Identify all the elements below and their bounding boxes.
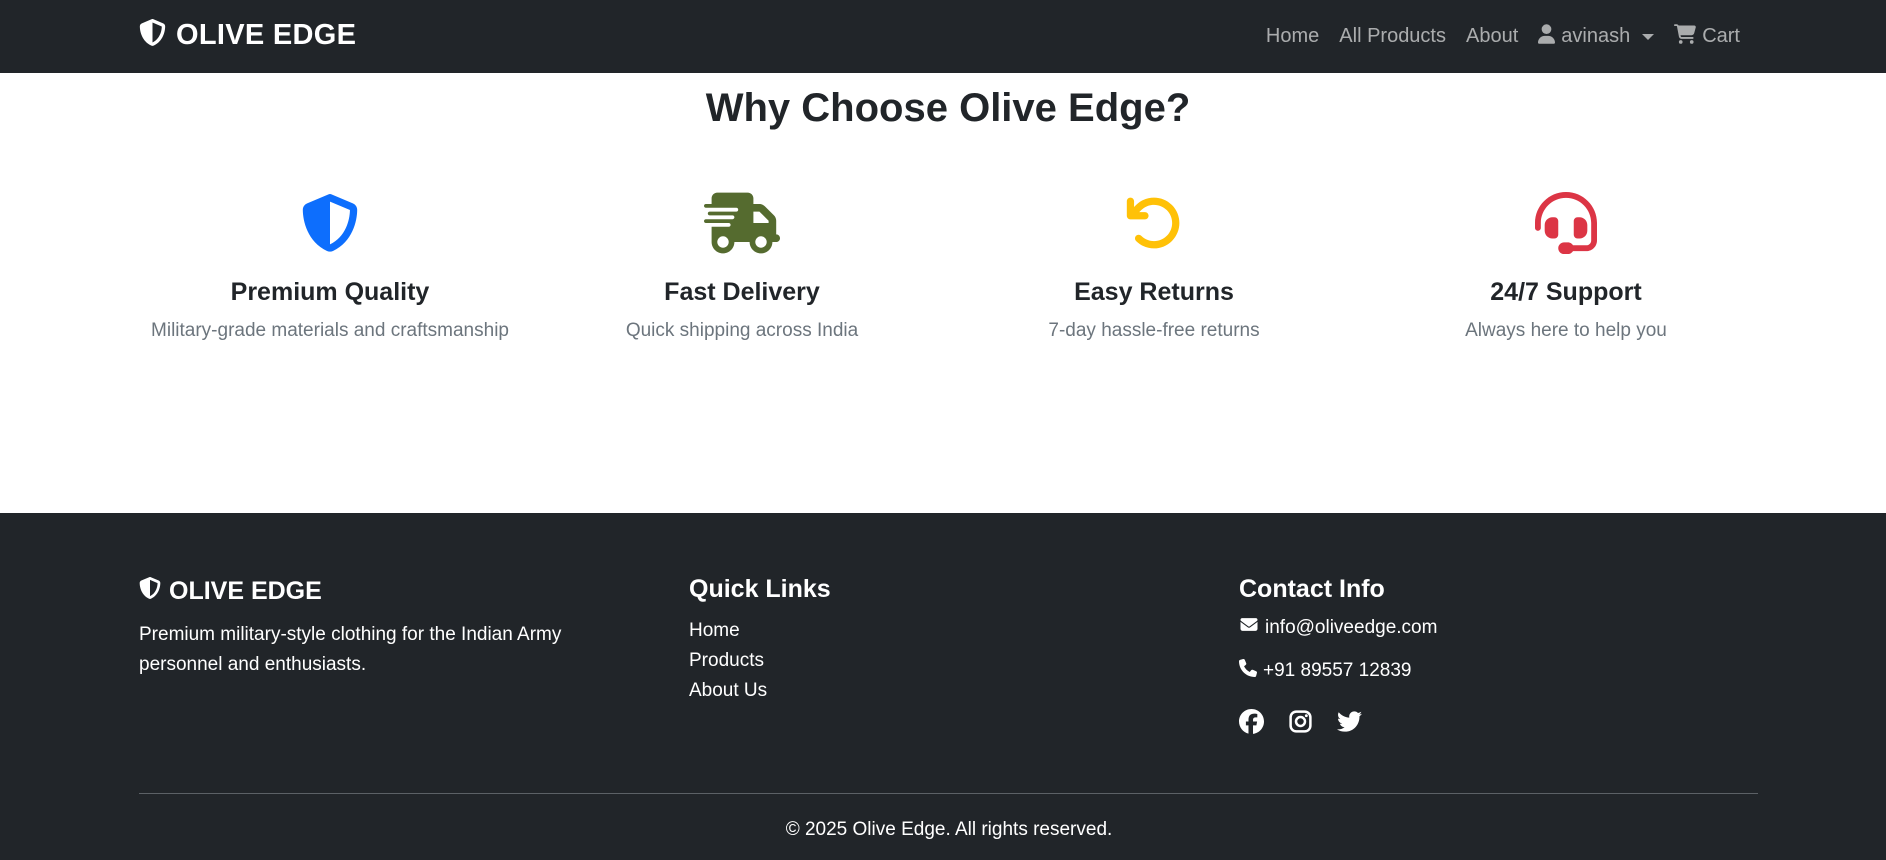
feature-support: 24/7 Support Always here to help you bbox=[1360, 190, 1772, 342]
feature-description: Quick shipping across India bbox=[625, 320, 859, 341]
user-icon bbox=[1538, 23, 1556, 50]
social-links bbox=[1239, 709, 1437, 734]
top-navbar: OLIVE EDGE Home All Products About avina… bbox=[0, 0, 1886, 73]
nav-menu: Home All Products About avinash Cart bbox=[1256, 0, 1750, 73]
instagram-icon[interactable] bbox=[1288, 709, 1313, 734]
feature-description: Military-grade materials and craftsmansh… bbox=[151, 320, 509, 341]
feature-title: Easy Returns bbox=[1074, 278, 1234, 306]
cart-icon bbox=[1674, 23, 1697, 50]
shield-icon bbox=[124, 190, 536, 255]
footer-contact-column: Contact Info info@oliveedge.com +91 8955… bbox=[1239, 575, 1437, 734]
contact-email-text: info@oliveedge.com bbox=[1265, 616, 1438, 638]
contact-heading: Contact Info bbox=[1239, 575, 1385, 603]
footer-link-products[interactable]: Products bbox=[689, 650, 764, 671]
footer-about-column: OLIVE EDGE Premium military-style clothi… bbox=[139, 575, 609, 680]
footer-divider bbox=[139, 793, 1758, 794]
section-title: Why Choose Olive Edge? bbox=[705, 86, 1191, 130]
footer-link-home[interactable]: Home bbox=[689, 620, 740, 641]
truck-fast-icon bbox=[536, 190, 948, 255]
feature-easy-returns: Easy Returns 7-day hassle-free returns bbox=[948, 190, 1360, 342]
contact-phone: +91 89557 12839 bbox=[1239, 658, 1437, 683]
phone-icon bbox=[1239, 658, 1258, 683]
feature-description: 7-day hassle-free returns bbox=[1048, 320, 1260, 341]
user-name: avinash bbox=[1561, 25, 1631, 47]
quick-links-heading: Quick Links bbox=[689, 575, 831, 603]
copyright-text: © 2025 Olive Edge. All rights reserved. bbox=[785, 819, 1113, 840]
footer-brand: OLIVE EDGE bbox=[139, 575, 609, 608]
feature-description: Always here to help you bbox=[1465, 320, 1667, 341]
headset-icon bbox=[1360, 190, 1772, 255]
feature-title: Premium Quality bbox=[230, 278, 430, 306]
contact-phone-text: +91 89557 12839 bbox=[1263, 660, 1412, 681]
facebook-icon[interactable] bbox=[1239, 709, 1264, 734]
shield-logo-icon bbox=[139, 17, 166, 53]
shield-logo-icon bbox=[139, 575, 161, 608]
nav-all-products[interactable]: All Products bbox=[1329, 25, 1456, 48]
twitter-icon[interactable] bbox=[1337, 709, 1362, 734]
undo-icon bbox=[948, 190, 1360, 255]
nav-home[interactable]: Home bbox=[1256, 25, 1329, 48]
quick-links-list: Home Products About Us bbox=[689, 616, 831, 706]
feature-fast-delivery: Fast Delivery Quick shipping across Indi… bbox=[536, 190, 948, 342]
chevron-down-icon bbox=[1642, 33, 1655, 40]
nav-cart[interactable]: Cart bbox=[1664, 23, 1750, 50]
site-footer: OLIVE EDGE Premium military-style clothi… bbox=[0, 513, 1886, 860]
feature-title: Fast Delivery bbox=[664, 278, 820, 306]
footer-description: Premium military-style clothing for the … bbox=[139, 624, 562, 675]
cart-label: Cart bbox=[1702, 25, 1740, 47]
feature-title: 24/7 Support bbox=[1490, 278, 1642, 306]
feature-premium-quality: Premium Quality Military-grade materials… bbox=[124, 190, 536, 342]
footer-brand-name: OLIVE EDGE bbox=[169, 577, 322, 605]
footer-link-about-us[interactable]: About Us bbox=[689, 680, 767, 701]
nav-about[interactable]: About bbox=[1456, 25, 1528, 48]
brand-link[interactable]: OLIVE EDGE bbox=[139, 17, 356, 53]
brand-name: OLIVE EDGE bbox=[176, 18, 357, 51]
footer-quick-links-column: Quick Links Home Products About Us bbox=[689, 575, 831, 706]
contact-email: info@oliveedge.com bbox=[1239, 616, 1437, 639]
user-dropdown[interactable]: avinash bbox=[1528, 23, 1664, 50]
envelope-icon bbox=[1239, 616, 1259, 639]
